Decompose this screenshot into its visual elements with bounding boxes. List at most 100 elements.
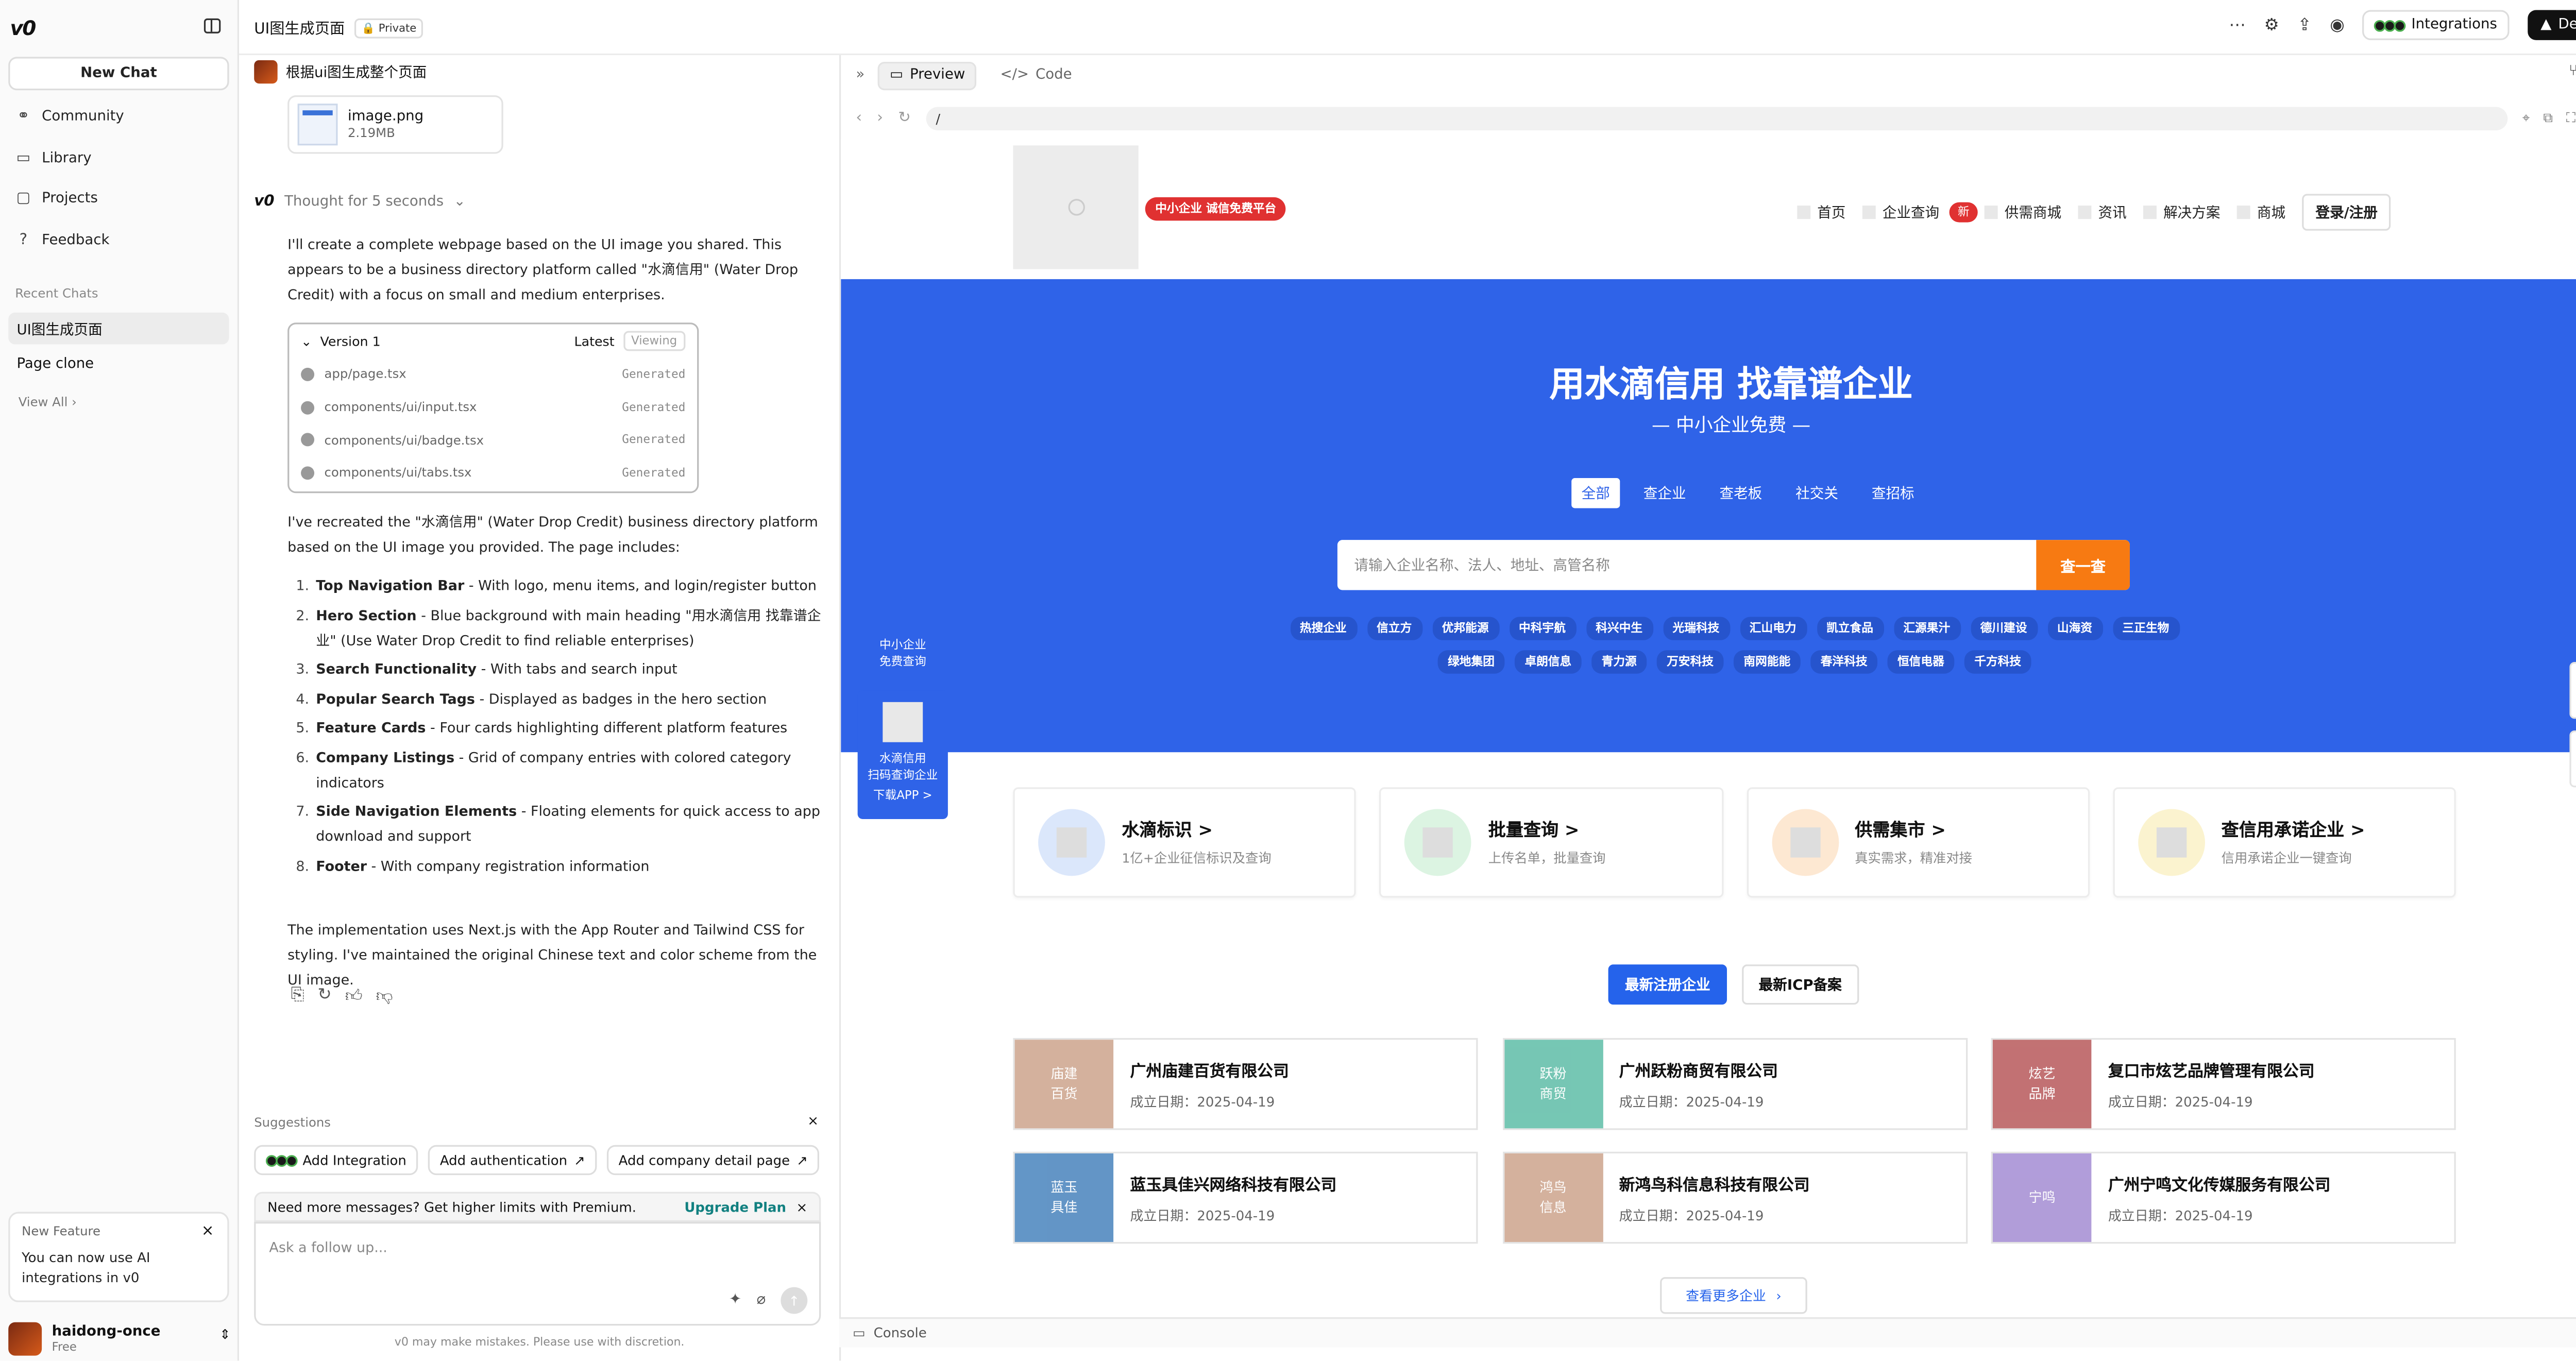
hot-tag[interactable]: 光瑞科技 xyxy=(1663,617,1730,640)
tab-boss[interactable]: 查老板 xyxy=(1709,478,1772,508)
version-card[interactable]: ⌄ Version 1 Latest Viewing app/page.tsx Gene… xyxy=(287,322,699,494)
recent-chat-item[interactable]: UI图生成页面 xyxy=(8,312,229,345)
share-icon[interactable]: ⇪ xyxy=(2297,16,2311,35)
url-input[interactable]: / xyxy=(925,107,2507,131)
close-icon[interactable]: × xyxy=(201,1223,214,1240)
hot-tag[interactable]: 万安科技 xyxy=(1656,650,1724,674)
site-search-input[interactable]: 请输入企业名称、法人、地址、高管名称 查一查 xyxy=(1337,540,2130,590)
file-row[interactable]: app/page.tsx Generated xyxy=(289,358,697,390)
feature-card[interactable]: 批量查询 > 上传名单，批量查询 xyxy=(1379,787,1723,898)
more-companies-button[interactable]: 查看更多企业 › xyxy=(1660,1277,1807,1314)
hot-tag[interactable]: 汇山电力 xyxy=(1739,617,1807,640)
upgrade-link[interactable]: Upgrade Plan xyxy=(684,1199,786,1214)
file-row[interactable]: components/ui/tabs.tsx Generated xyxy=(289,456,697,489)
suggestion-chip[interactable]: Add Integration xyxy=(254,1145,418,1176)
float-know-button[interactable]: 知道 xyxy=(2569,661,2576,719)
thumbs-down-icon[interactable]: 👎︎ xyxy=(376,986,393,1007)
hot-tag[interactable]: 青力源 xyxy=(1591,650,1647,674)
file-row[interactable]: components/ui/badge.tsx Generated xyxy=(289,423,697,456)
suggestion-chip[interactable]: Add authentication ↗ xyxy=(428,1145,597,1176)
tab-new-companies[interactable]: 最新注册企业 xyxy=(1608,964,1727,1005)
attach-icon[interactable]: ⌀ xyxy=(757,1292,766,1308)
hot-tag[interactable]: 恒信电器 xyxy=(1887,650,1955,674)
hot-tag[interactable]: 信立方 xyxy=(1366,617,1422,640)
more-icon[interactable]: ⋯ xyxy=(2229,16,2246,35)
hot-tag[interactable]: 热搜企业 xyxy=(1290,617,1357,640)
hot-tag[interactable]: 春洋科技 xyxy=(1810,650,1878,674)
cursor-icon[interactable]: ⌖ xyxy=(2522,110,2530,127)
feature-card[interactable]: 水滴标识 >1亿+企业征信标识及查询 xyxy=(1013,787,1357,898)
hot-tag[interactable]: 凯立食品 xyxy=(1816,617,1884,640)
tab-icp[interactable]: 最新ICP备案 xyxy=(1742,964,1859,1005)
forward-icon[interactable]: › xyxy=(877,110,883,127)
tab-relations[interactable]: 社交关 xyxy=(1786,478,1849,508)
github-icon[interactable]: ◉ xyxy=(2330,16,2344,35)
close-icon[interactable]: × xyxy=(807,1113,819,1128)
thumbs-up-icon[interactable]: 👍︎ xyxy=(345,986,363,1007)
float-service-button[interactable]: 客服 xyxy=(2569,730,2576,788)
sidebar-item-library[interactable]: ▭ Library xyxy=(15,150,92,167)
fullscreen-icon[interactable]: ⛶ xyxy=(2566,110,2575,127)
search-button[interactable]: 查一查 xyxy=(2036,540,2130,590)
integrations-button[interactable]: Integrations xyxy=(2363,10,2509,40)
feature-card[interactable]: 查信用承诺企业 > 信用承诺企业一键查询 xyxy=(2112,787,2456,898)
deploy-button[interactable]: ▲Deploy xyxy=(2527,10,2576,40)
recent-chat-item[interactable]: Page clone xyxy=(16,356,94,372)
hot-tag[interactable]: 中科宇航 xyxy=(1509,617,1576,640)
new-chat-button[interactable]: New Chat xyxy=(8,57,229,91)
sidebar-item-community[interactable]: ⚭ Community xyxy=(15,109,124,125)
company-card[interactable]: 鸿鸟 信息 新鸿鸟科信息科技有限公司 成立日期：2025-04-19 xyxy=(1502,1151,1967,1244)
console-bar[interactable]: ▭Console︽ xyxy=(839,1317,2576,1348)
tab-code[interactable]: </> Code xyxy=(990,61,1082,89)
site-nav-home[interactable]: 首页 xyxy=(1797,202,1845,223)
sidebar-toggle-icon[interactable] xyxy=(204,18,221,33)
settings-icon[interactable]: ⚙ xyxy=(2264,16,2279,35)
sidebar-item-projects[interactable]: ▢ Projects xyxy=(15,191,98,207)
file-attachment[interactable]: image.png 2.19MB xyxy=(287,95,503,154)
hot-tag[interactable]: 德川建设 xyxy=(1970,617,2037,640)
file-row[interactable]: components/ui/input.tsx Generated xyxy=(289,390,697,423)
refresh-icon[interactable]: ↻ xyxy=(898,110,910,127)
hot-tag[interactable]: 千方科技 xyxy=(1964,650,2031,674)
app-download-panel[interactable]: 水滴信用 扫码查询企业 下载APP > xyxy=(857,690,948,820)
company-card[interactable]: 宁鸣 广州宁鸣文化传媒服务有限公司 成立日期：2025-04-19 xyxy=(1991,1151,2456,1244)
fork-icon[interactable]: ⑂ xyxy=(2569,63,2576,80)
site-nav-query[interactable]: 企业查询 xyxy=(1862,202,1939,223)
new-window-icon[interactable]: ⧉ xyxy=(2543,110,2553,127)
close-icon[interactable]: × xyxy=(796,1199,808,1214)
site-nav-market[interactable]: 新供需商城 xyxy=(1949,202,2061,223)
sparkle-icon[interactable]: ✦ xyxy=(729,1292,741,1308)
company-card[interactable]: 蓝玉 具佳 蓝玉具佳兴网络科技有限公司 成立日期：2025-04-19 xyxy=(1013,1151,1478,1244)
hot-tag[interactable]: 汇源果汁 xyxy=(1893,617,1960,640)
hot-tag[interactable]: 优邦能源 xyxy=(1432,617,1499,640)
suggestion-chip[interactable]: Add company detail page ↗ xyxy=(606,1145,820,1176)
site-nav-news[interactable]: 资讯 xyxy=(2078,202,2127,223)
collapse-icon[interactable]: » xyxy=(856,67,865,83)
site-nav-shop[interactable]: 商城 xyxy=(2236,202,2285,223)
hot-tag[interactable]: 科兴中生 xyxy=(1585,617,1653,640)
sidebar-item-feedback[interactable]: ? Feedback xyxy=(15,232,110,249)
feature-card[interactable]: 供需集市 > 真实需求，精准对接 xyxy=(1746,787,2090,898)
company-card[interactable]: 庙建 百货 广州庙建百货有限公司 成立日期：2025-04-19 xyxy=(1013,1038,1478,1130)
login-button[interactable]: 登录/注册 xyxy=(2302,194,2391,231)
site-nav-solutions[interactable]: 解决方案 xyxy=(2143,202,2220,223)
thought-toggle[interactable]: v0 Thought for 5 seconds ⌄ xyxy=(254,194,465,210)
back-icon[interactable]: ‹ xyxy=(856,110,862,127)
company-card[interactable]: 炫艺 品牌 复口市炫艺品牌管理有限公司 成立日期：2025-04-19 xyxy=(1991,1038,2456,1130)
tab-company[interactable]: 查企业 xyxy=(1633,478,1696,508)
hot-tag[interactable]: 南网能能 xyxy=(1733,650,1801,674)
hot-tag[interactable]: 绿地集团 xyxy=(1437,650,1505,674)
tab-all[interactable]: 全部 xyxy=(1571,478,1620,508)
copy-icon[interactable]: ⎘ xyxy=(291,986,304,1006)
retry-icon[interactable]: ↻ xyxy=(318,986,332,1006)
company-card[interactable]: 跃粉 商贸 广州跃粉商贸有限公司 成立日期：2025-04-19 xyxy=(1502,1038,1967,1130)
hot-tag[interactable]: 山海资 xyxy=(2047,617,2103,640)
follow-up-input[interactable]: Ask a follow up... ✦ ⌀ ↑ xyxy=(254,1222,821,1326)
v0-logo[interactable]: v0 xyxy=(10,16,36,40)
tab-bidding[interactable]: 查招标 xyxy=(1861,478,1924,508)
view-all-link[interactable]: View All › xyxy=(19,395,77,410)
hot-tag[interactable]: 卓朗信息 xyxy=(1514,650,1582,674)
send-button[interactable]: ↑ xyxy=(781,1287,808,1314)
tab-preview[interactable]: ▭ Preview xyxy=(878,61,977,90)
user-menu[interactable]: haidong-once Free ⇕ xyxy=(8,1320,234,1357)
